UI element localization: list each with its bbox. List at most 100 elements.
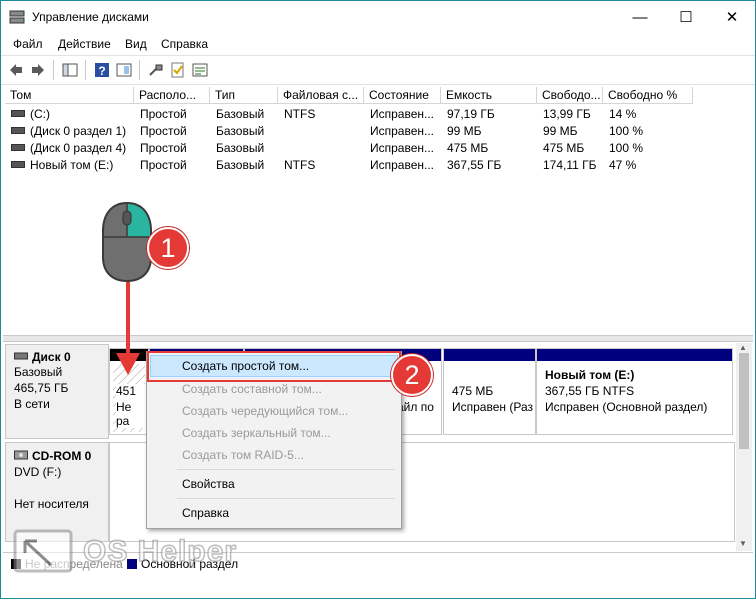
cdrom-icon: [14, 450, 28, 460]
cdrom-0-name: CD-ROM 0: [32, 449, 92, 463]
disk-management-window: Управление дисками — ☐ ✕ Файл Действие В…: [0, 0, 756, 599]
cell-layout: Простой: [140, 158, 187, 172]
scroll-up-icon[interactable]: ▲: [739, 343, 747, 352]
mouse-icon: [102, 201, 152, 283]
properties-icon[interactable]: [191, 61, 209, 79]
annotation-step-2: 2: [391, 354, 433, 396]
cdrom-0-label-box[interactable]: CD-ROM 0 DVD (F:) Нет носителя: [5, 442, 109, 542]
cell-volume: (C:): [30, 107, 50, 121]
checkmark-doc-icon[interactable]: [169, 61, 187, 79]
menu-item-create-spanned-volume[interactable]: Создать составной том...: [182, 380, 322, 398]
cell-status: Исправен...: [370, 124, 435, 138]
cell-free-space: 174,11 ГБ: [543, 158, 597, 172]
menu-item-properties[interactable]: Свойства: [182, 475, 235, 493]
cell-free-space: 13,99 ГБ: [543, 107, 591, 121]
toolbar: ?: [1, 55, 755, 85]
cell-free-percent: 14 %: [609, 107, 637, 121]
partition-e-size: 367,55 ГБ NTFS: [545, 384, 635, 398]
cell-free-percent: 47 %: [609, 158, 637, 172]
connect-icon[interactable]: [147, 61, 165, 79]
title-bar: Управление дисками — ☐ ✕: [1, 1, 755, 33]
disk-0-label-box[interactable]: Диск 0 Базовый 465,75 ГБ В сети: [5, 344, 109, 439]
menu-file[interactable]: Файл: [13, 37, 43, 51]
cell-free-percent: 100 %: [609, 124, 644, 138]
cdrom-0-type: DVD (F:): [14, 465, 62, 479]
cell-free-space: 475 МБ: [543, 141, 585, 155]
partition-475-status: Исправен (Раз: [452, 400, 533, 414]
maximize-button[interactable]: ☐: [663, 1, 709, 33]
volume-icon: [11, 161, 25, 169]
menu-view[interactable]: Вид: [125, 37, 147, 51]
cell-capacity: 475 МБ: [447, 141, 489, 155]
partition-e-name: Новый том (E:): [545, 368, 635, 382]
column-header-free-percent[interactable]: Свободно %: [603, 87, 693, 104]
disk-0-size: 465,75 ГБ: [14, 381, 69, 395]
cell-capacity: 99 МБ: [447, 124, 482, 138]
annotation-highlight-box: [147, 351, 401, 382]
cell-layout: Простой: [140, 107, 187, 121]
column-header-capacity[interactable]: Емкость: [441, 87, 537, 104]
cell-type: Базовый: [216, 141, 265, 155]
close-button[interactable]: ✕: [709, 1, 755, 33]
graphical-view-scrollbar[interactable]: ▲ ▼: [736, 343, 752, 551]
cell-capacity: 367,55 ГБ: [447, 158, 502, 172]
column-header-layout[interactable]: Располо...: [134, 87, 210, 104]
disk-0-status: В сети: [14, 397, 50, 411]
console-tree-icon[interactable]: [61, 61, 79, 79]
menu-item-create-mirrored-volume[interactable]: Создать зеркальный том...: [182, 424, 331, 442]
cell-layout: Простой: [140, 141, 187, 155]
partition-unallocated-status: Не ра: [116, 400, 148, 428]
cell-type: Базовый: [216, 124, 265, 138]
menu-action[interactable]: Действие: [58, 37, 111, 51]
column-header-volume[interactable]: Том: [5, 87, 134, 104]
cell-free-space: 99 МБ: [543, 124, 578, 138]
cell-filesystem: NTFS: [284, 158, 316, 172]
cdrom-0-status: Нет носителя: [14, 497, 89, 511]
annotation-arrow: [116, 271, 140, 375]
column-header-type[interactable]: Тип: [210, 87, 278, 104]
cell-volume: Новый том (E:): [30, 158, 114, 172]
watermark-logo-icon: [13, 529, 73, 573]
disk-management-app-icon: [9, 10, 25, 24]
menu-separator: [177, 498, 395, 499]
cell-type: Базовый: [216, 107, 265, 121]
disk-0-name: Диск 0: [32, 350, 71, 364]
menu-help[interactable]: Справка: [161, 37, 208, 51]
help-book-icon[interactable]: [115, 61, 133, 79]
forward-arrow-icon[interactable]: [29, 61, 47, 79]
cell-volume: (Диск 0 раздел 1): [30, 124, 127, 138]
menu-bar: Файл Действие Вид Справка: [1, 34, 755, 54]
partition-c-partial-text: айл по: [397, 400, 434, 414]
cell-layout: Простой: [140, 124, 187, 138]
watermark-text: OS Helper: [82, 534, 238, 569]
cell-status: Исправен...: [370, 158, 435, 172]
menu-item-help[interactable]: Справка: [182, 504, 229, 522]
volume-icon: [11, 110, 25, 118]
svg-text:?: ?: [98, 64, 105, 78]
partition-475mb[interactable]: 475 МБ Исправен (Раз: [443, 348, 536, 435]
cell-capacity: 97,19 ГБ: [447, 107, 495, 121]
disk-0-type: Базовый: [14, 365, 63, 379]
watermark: OS Helper: [11, 529, 251, 579]
cell-status: Исправен...: [370, 141, 435, 155]
cell-filesystem: NTFS: [284, 107, 316, 121]
cell-status: Исправен...: [370, 107, 435, 121]
partition-475-size: 475 МБ: [452, 384, 494, 398]
menu-item-create-striped-volume[interactable]: Создать чередующийся том...: [182, 402, 348, 420]
column-header-filesystem[interactable]: Файловая с...: [278, 87, 364, 104]
help-icon[interactable]: ?: [93, 61, 111, 79]
back-arrow-icon[interactable]: [7, 61, 25, 79]
disk-icon: [14, 352, 28, 360]
menu-item-create-raid5-volume[interactable]: Создать том RAID-5...: [182, 446, 304, 464]
column-header-status[interactable]: Состояние: [364, 87, 441, 104]
cell-volume: (Диск 0 раздел 4): [30, 141, 127, 155]
cell-type: Базовый: [216, 158, 265, 172]
partition-new-volume-e[interactable]: Новый том (E:) 367,55 ГБ NTFS Исправен (…: [536, 348, 733, 435]
cell-filesystem: [278, 123, 364, 140]
minimize-button[interactable]: —: [617, 1, 663, 33]
scroll-down-icon[interactable]: ▼: [739, 539, 747, 548]
volume-icon: [11, 144, 25, 152]
column-header-free-space[interactable]: Свободо...: [537, 87, 603, 104]
menu-separator: [177, 469, 395, 470]
scroll-thumb[interactable]: [739, 353, 749, 449]
